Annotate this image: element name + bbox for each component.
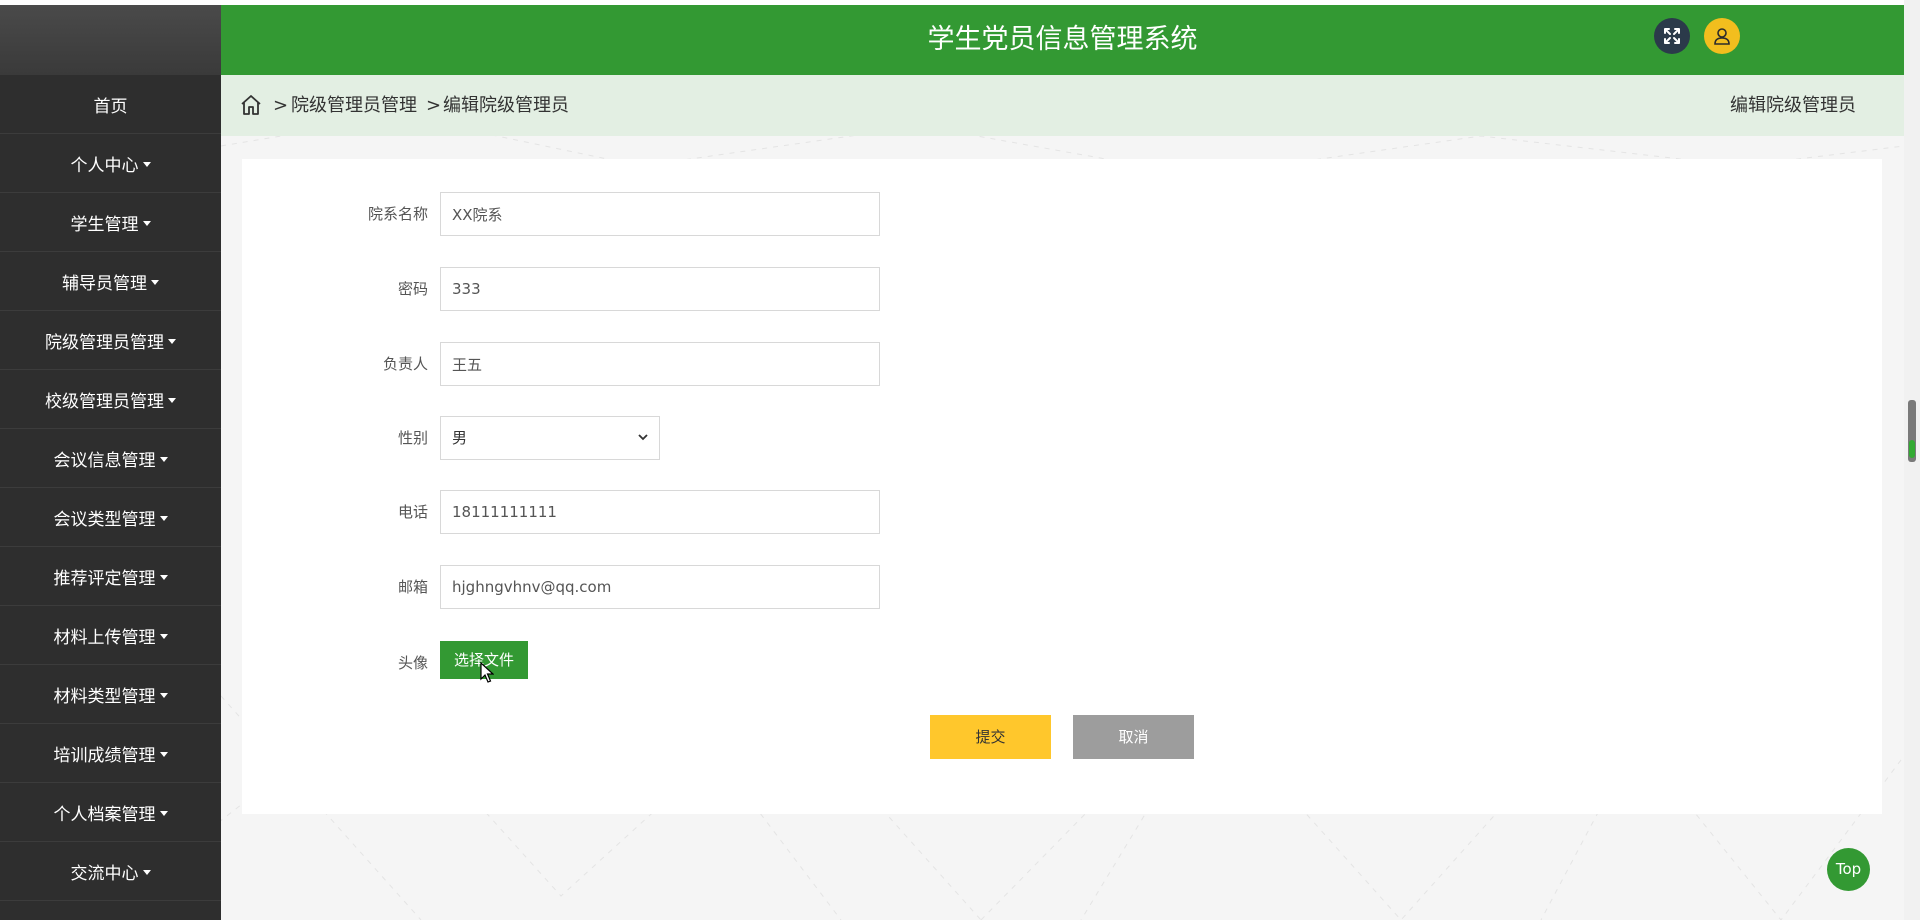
breadcrumb-item-admin-management[interactable]: 院级管理员管理 [291, 75, 417, 136]
sidebar-item-label: 学生管理 [70, 214, 139, 235]
form-row-password: 密码 [242, 267, 1142, 311]
sidebar-item-12[interactable]: 个人档案管理 [0, 783, 221, 842]
edit-admin-form: 院系名称 密码 负责人 性别 男 电话 邮箱 [242, 159, 1882, 814]
sidebar-item-label: 交流中心 [70, 863, 139, 884]
sidebar-item-label: 会议信息管理 [53, 450, 156, 471]
caret-down-icon [159, 574, 168, 580]
sidebar-nav: 首页个人中心学生管理辅导员管理院级管理员管理 校级管理员管理 会议信息管理 会议类型管… [0, 75, 221, 901]
form-row-phone: 电话 [242, 490, 1142, 534]
back-to-top-button[interactable]: Top [1827, 848, 1870, 891]
app-title: 学生党员信息管理系统 [927, 24, 1198, 55]
breadcrumb: > 院级管理员管理 > 编辑院级管理员 编辑院级管理员 [221, 75, 1904, 136]
sidebar-item-label: 材料上传管理 [53, 627, 156, 648]
page: 首页 个人中心 学生管理 辅导员管理 院级管理员管理 校级管理员管理 会议信息管理 会议类型管… [0, 0, 1920, 920]
scrollbar-accent [1909, 440, 1915, 458]
chevron-down-icon [638, 434, 648, 441]
sidebar-item-label: 推荐评定管理 [53, 568, 156, 589]
caret-down-icon [151, 279, 159, 285]
password-input[interactable] [440, 267, 880, 311]
sidebar-item-label: 辅导员管理 [62, 273, 147, 294]
caret-down-icon [159, 633, 168, 639]
sidebar-item-label: 会议类型管理 [53, 509, 156, 530]
sidebar-logo-area [0, 5, 221, 75]
phone-input[interactable] [440, 490, 880, 534]
sidebar-item-5[interactable]: 校级管理员管理 [0, 370, 221, 429]
caret-down-icon [142, 869, 151, 875]
sidebar-item-label: 校级管理员管理 [45, 391, 164, 412]
breadcrumb-separator: > [426, 95, 442, 116]
form-row-gender: 性别 男 [242, 416, 1142, 460]
mouse-cursor-icon [480, 662, 494, 683]
sidebar-item-label: 首页 [93, 96, 128, 117]
form-row-email: 邮箱 [242, 565, 1142, 609]
caret-down-icon [142, 220, 151, 226]
cancel-button[interactable]: 取消 [1073, 715, 1194, 759]
sidebar-item-7[interactable]: 会议类型管理 [0, 488, 221, 547]
page-scrollbar[interactable] [1904, 0, 1920, 920]
caret-down-icon [159, 692, 168, 698]
caret-down-icon [159, 751, 168, 757]
user-icon [1714, 28, 1730, 45]
sidebar-item-3[interactable]: 辅导员管理 [0, 252, 221, 311]
avatar-label: 头像 [397, 654, 428, 672]
email-input[interactable] [440, 565, 880, 609]
caret-down-icon [159, 515, 168, 521]
sidebar-item-4[interactable]: 院级管理员管理 [0, 311, 221, 370]
sidebar-item-2[interactable]: 学生管理 [0, 193, 221, 252]
form-row-leader: 负责人 [242, 342, 1142, 386]
expand-icon [1664, 28, 1680, 44]
sidebar-item-6[interactable]: 会议信息管理 [0, 429, 221, 488]
caret-down-icon [159, 456, 168, 462]
sidebar-item-label: 培训成绩管理 [53, 745, 156, 766]
department-label: 院系名称 [367, 205, 428, 223]
caret-down-icon [168, 338, 176, 344]
department-input[interactable] [440, 192, 880, 236]
home-icon[interactable] [239, 93, 263, 117]
password-label: 密码 [397, 280, 428, 298]
sidebar-item-label: 材料类型管理 [53, 686, 156, 707]
sidebar-item-label: 个人档案管理 [53, 804, 156, 825]
sidebar-item-10[interactable]: 材料类型管理 [0, 665, 221, 724]
breadcrumb-separator: > [273, 95, 289, 116]
phone-label: 电话 [397, 503, 428, 521]
breadcrumb-item-edit-admin: 编辑院级管理员 [443, 95, 569, 116]
submit-button[interactable]: 提交 [930, 715, 1051, 759]
sidebar: 首页个人中心学生管理辅导员管理院级管理员管理 校级管理员管理 会议信息管理 会议类型管… [0, 5, 221, 920]
form-row-department: 院系名称 [242, 192, 1142, 236]
email-label: 邮箱 [397, 578, 428, 596]
sidebar-item-label: 个人中心 [70, 155, 139, 176]
caret-down-icon [159, 810, 168, 816]
caret-down-icon [142, 161, 151, 167]
sidebar-item-13[interactable]: 交流中心 [0, 842, 221, 901]
gender-selected-value: 男 [452, 429, 468, 447]
gender-select[interactable]: 男 [440, 416, 660, 460]
sidebar-item-9[interactable]: 材料上传管理 [0, 606, 221, 665]
gender-label: 性别 [397, 429, 428, 447]
form-row-avatar: 头像 选择文件 [242, 641, 1142, 685]
sidebar-item-label: 院级管理员管理 [45, 332, 164, 353]
sidebar-item-1[interactable]: 个人中心 [0, 134, 221, 193]
leader-input[interactable] [440, 342, 880, 386]
leader-label: 负责人 [382, 355, 428, 373]
header: 学生党员信息管理系统 [221, 5, 1904, 75]
page-title: 编辑院级管理员 [1730, 95, 1856, 116]
caret-down-icon [168, 397, 176, 403]
fullscreen-button[interactable] [1654, 18, 1690, 54]
sidebar-item-0[interactable]: 首页 [0, 75, 221, 134]
sidebar-item-8[interactable]: 推荐评定管理 [0, 547, 221, 606]
user-menu-button[interactable] [1704, 18, 1740, 54]
sidebar-item-11[interactable]: 培训成绩管理 [0, 724, 221, 783]
